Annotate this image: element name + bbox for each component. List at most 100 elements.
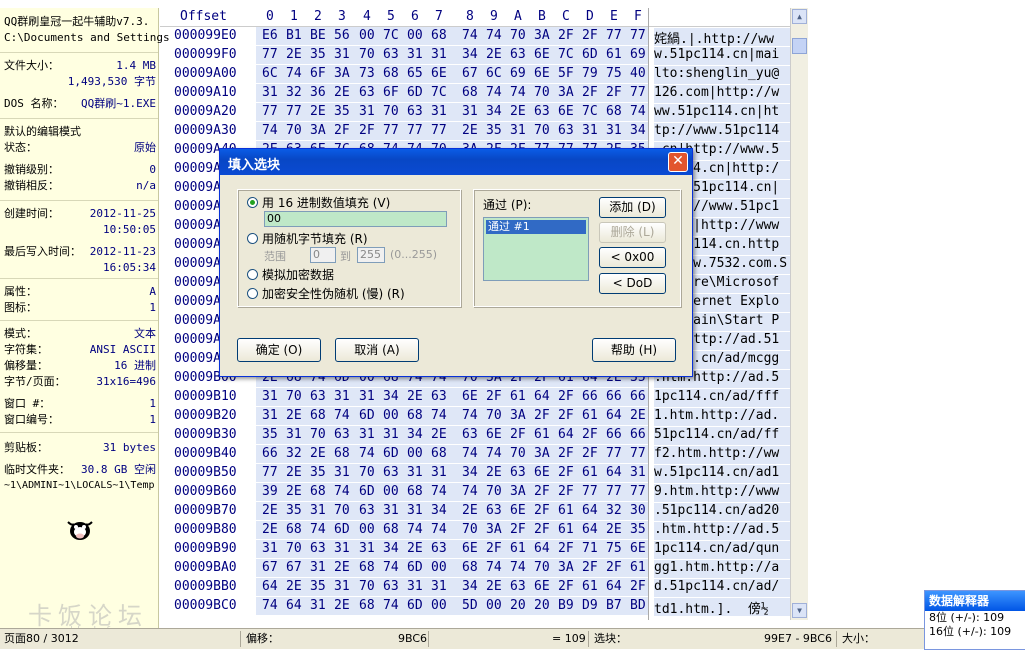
help-button[interactable]: 帮助 (H) xyxy=(592,338,676,362)
passes-listbox[interactable]: 通过 #1 xyxy=(483,217,589,281)
hex-byte[interactable]: 63 xyxy=(407,104,423,119)
hex-byte[interactable]: 6E xyxy=(630,541,646,556)
hex-byte[interactable]: 2E xyxy=(286,579,302,594)
hex-byte[interactable]: 63 xyxy=(510,47,526,62)
hex-byte[interactable]: 34 xyxy=(486,104,502,119)
hex-byte[interactable]: 77 xyxy=(262,47,278,62)
hex-byte[interactable]: 34 xyxy=(383,541,399,556)
preset-dod-button[interactable]: < DoD xyxy=(599,273,666,294)
hex-byte[interactable]: 00 xyxy=(431,560,447,575)
hex-byte[interactable]: 63 xyxy=(486,503,502,518)
hex-byte[interactable]: 35 xyxy=(310,579,326,594)
hex-byte[interactable]: 64 xyxy=(558,427,574,442)
scroll-down-icon[interactable]: ▼ xyxy=(792,603,807,618)
hex-byte[interactable]: 2F xyxy=(558,579,574,594)
hex-byte[interactable]: 34 xyxy=(383,389,399,404)
hex-byte[interactable]: 31 xyxy=(462,104,478,119)
hex-byte[interactable]: 71 xyxy=(582,541,598,556)
hex-byte[interactable]: 31 xyxy=(262,541,278,556)
hex-byte[interactable]: 68 xyxy=(310,484,326,499)
hex-byte[interactable]: 70 xyxy=(510,28,526,43)
hex-byte[interactable]: 35 xyxy=(334,104,350,119)
hex-byte[interactable]: 68 xyxy=(431,446,447,461)
hex-byte[interactable]: 3A xyxy=(558,85,574,100)
hex-byte[interactable]: 77 xyxy=(630,28,646,43)
hex-byte[interactable]: 61 xyxy=(510,541,526,556)
hex-byte[interactable]: 2E xyxy=(486,579,502,594)
hex-byte[interactable]: 63 xyxy=(310,389,326,404)
hex-byte[interactable]: 77 xyxy=(262,104,278,119)
hex-byte[interactable]: 2F xyxy=(510,522,526,537)
hex-byte[interactable]: 31 xyxy=(431,104,447,119)
dialog-titlebar[interactable]: 填入选块 ✕ xyxy=(220,149,692,175)
delete-pass-button[interactable]: 删除 (L) xyxy=(599,222,666,243)
hex-byte[interactable]: 30 xyxy=(630,503,646,518)
hex-byte[interactable]: 3A xyxy=(334,66,350,81)
range-to-input[interactable]: 255 xyxy=(357,247,385,263)
hex-byte[interactable]: 2E xyxy=(286,47,302,62)
hex-row[interactable]: 00009BC0 74 64 31 2E 68 74 6D 00 5D 00 20 20 B9 D9 B7 BD… xyxy=(160,597,790,616)
hex-byte[interactable]: 61 xyxy=(630,560,646,575)
hex-byte[interactable]: 2E xyxy=(462,503,478,518)
hex-byte[interactable]: 74 xyxy=(486,85,502,100)
hex-byte[interactable]: 20 xyxy=(534,598,550,613)
hex-byte[interactable]: 31 xyxy=(431,47,447,62)
hex-byte[interactable]: 2E xyxy=(407,541,423,556)
hex-byte[interactable]: 56 xyxy=(334,28,350,43)
hex-byte[interactable]: 6F xyxy=(383,85,399,100)
hex-byte[interactable]: 70 xyxy=(286,541,302,556)
hex-byte[interactable]: 3A xyxy=(510,484,526,499)
hex-byte[interactable]: 61 xyxy=(510,389,526,404)
hex-byte[interactable]: 2E xyxy=(462,123,478,138)
hex-byte[interactable]: 7C xyxy=(383,28,399,43)
hex-byte[interactable]: 00 xyxy=(407,446,423,461)
hex-byte[interactable]: 35 xyxy=(262,427,278,442)
hex-byte[interactable]: 70 xyxy=(383,104,399,119)
ascii-text[interactable]: 1pc114.cn/ad/fff xyxy=(654,389,790,407)
hex-byte[interactable]: 70 xyxy=(359,465,375,480)
hex-byte[interactable]: 3A xyxy=(534,28,550,43)
hex-row[interactable]: 00009B20 31 2E 68 74 6D 00 68 74 74 70 3A 2F 2F 61 64 2E… xyxy=(160,407,790,426)
hex-byte[interactable]: 73 xyxy=(359,66,375,81)
hex-byte[interactable]: 2E xyxy=(334,560,350,575)
hex-byte[interactable]: 61 xyxy=(534,427,550,442)
hex-byte[interactable]: 63 xyxy=(383,47,399,62)
hex-byte[interactable]: 6D xyxy=(407,560,423,575)
hex-byte[interactable]: BE xyxy=(310,28,326,43)
hex-byte[interactable]: 66 xyxy=(630,427,646,442)
hex-byte[interactable]: 61 xyxy=(582,465,598,480)
hex-byte[interactable]: 2F xyxy=(534,522,550,537)
hex-byte[interactable]: 2F xyxy=(582,28,598,43)
hex-row[interactable]: 00009B50 77 2E 35 31 70 63 31 31 34 2E 63 6E 2F 61 64 31… xyxy=(160,464,790,483)
hex-byte[interactable]: 31 xyxy=(334,541,350,556)
hex-byte[interactable]: 74 xyxy=(431,484,447,499)
hex-byte[interactable]: 3A xyxy=(486,522,502,537)
hex-byte[interactable]: 2F xyxy=(486,389,502,404)
hex-byte[interactable]: 31 xyxy=(431,579,447,594)
hex-byte[interactable]: 32 xyxy=(286,85,302,100)
hex-byte[interactable]: 00 xyxy=(359,28,375,43)
hex-byte[interactable]: 2F xyxy=(630,579,646,594)
hex-byte[interactable]: 36 xyxy=(310,85,326,100)
hex-byte[interactable]: 6E xyxy=(462,389,478,404)
hex-byte[interactable]: 34 xyxy=(462,465,478,480)
hex-byte[interactable]: 3A xyxy=(510,408,526,423)
hex-byte[interactable]: 68 xyxy=(383,66,399,81)
hex-byte[interactable]: 2F xyxy=(558,465,574,480)
hex-byte[interactable]: 31 xyxy=(407,47,423,62)
hex-byte[interactable]: 63 xyxy=(383,579,399,594)
hex-byte[interactable]: 3A xyxy=(310,123,326,138)
hex-byte[interactable]: 74 xyxy=(486,28,502,43)
hex-byte[interactable]: 39 xyxy=(262,484,278,499)
hex-byte[interactable]: 6E xyxy=(534,47,550,62)
hex-byte[interactable]: 6D xyxy=(582,47,598,62)
hex-byte[interactable]: 2E xyxy=(262,522,278,537)
radio-simulate-encrypt[interactable] xyxy=(247,269,258,280)
ascii-text[interactable]: 1pc114.cn/ad/qun xyxy=(654,541,790,559)
hex-byte[interactable]: 66 xyxy=(606,389,622,404)
hex-byte[interactable]: 64 xyxy=(534,541,550,556)
hex-byte[interactable]: BD xyxy=(630,598,646,613)
ascii-text[interactable]: f2.htm.http://ww xyxy=(654,446,790,464)
hex-byte[interactable]: 34 xyxy=(407,427,423,442)
hex-byte[interactable]: 67 xyxy=(462,66,478,81)
